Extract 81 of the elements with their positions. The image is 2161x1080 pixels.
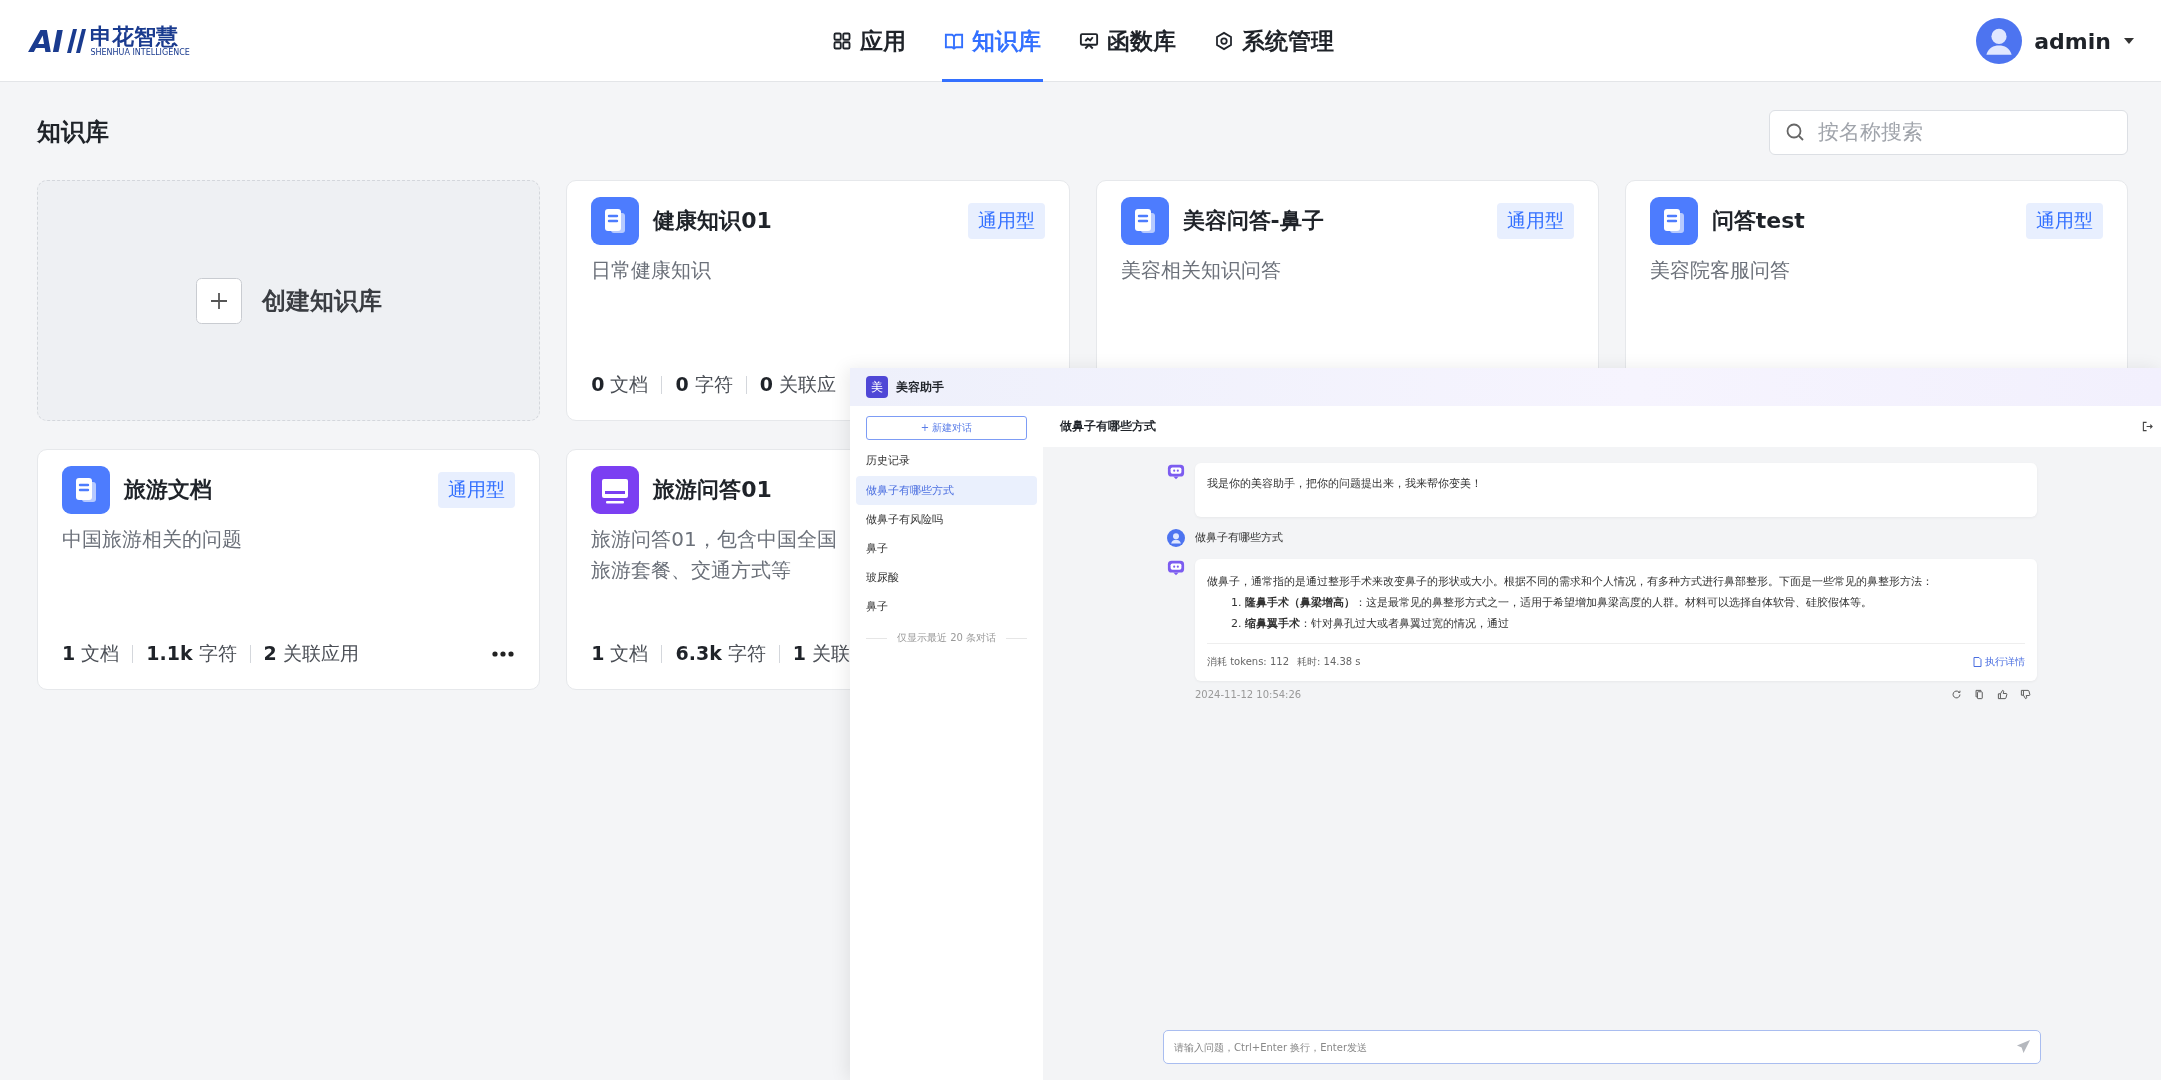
window-title: 美容助手 [896, 378, 944, 396]
robot-icon [1167, 559, 1185, 577]
card-description: 旅游套餐、交通方式等 [591, 557, 792, 584]
logo-name: 申花智慧 [90, 25, 179, 48]
user-avatar [1976, 18, 2023, 64]
presentation-icon [1078, 31, 1099, 51]
thumbs-down-icon[interactable] [2020, 689, 2031, 700]
nav-tab[interactable]: 函数库 [1076, 0, 1178, 82]
conversation-title: 做鼻子有哪些方式 [1060, 419, 1156, 434]
card-description: 中国旅游相关的问题 [62, 526, 242, 553]
search-icon [1785, 121, 1805, 142]
logo-subtitle: SHENHUA INTELLIGENCE [90, 47, 190, 57]
type-tag: 通用型 [438, 472, 516, 508]
monitor-icon [591, 466, 640, 514]
history-note: 仅显示最近 20 条对话 [896, 631, 997, 645]
plus-icon [195, 277, 242, 324]
nav-tab[interactable]: 应用 [829, 0, 908, 82]
user-message: 做鼻子有哪些方式 [1195, 530, 1283, 546]
card-title: 旅游文档 [124, 476, 212, 504]
logo-bars-icon [66, 27, 87, 55]
history-item[interactable]: 鼻子 [856, 534, 1037, 563]
card-stat: 0 关联应 [759, 372, 836, 397]
type-tag: 通用型 [1496, 203, 1574, 239]
assistant-avatar: 美 [866, 376, 888, 398]
user-name[interactable]: admin [2034, 28, 2111, 54]
document-icon [1973, 657, 1982, 667]
card-stat: 1 文档 [591, 641, 649, 666]
more-icon[interactable] [491, 650, 516, 658]
exit-icon[interactable] [2142, 421, 2153, 432]
history-item[interactable]: 鼻子 [856, 592, 1037, 621]
card-stat: 1 文档 [62, 641, 120, 666]
card-description: 美容院客服问答 [1649, 257, 1790, 284]
card-stat: 0 文档 [591, 372, 649, 397]
card-title: 健康知识01 [653, 207, 772, 235]
create-card[interactable]: 创建知识库 [37, 180, 541, 421]
card-stat: 0 字符 [675, 372, 733, 397]
list-item: 1. 隆鼻手术（鼻梁增高）：这是最常见的鼻整形方式之一，适用于希望增加鼻梁高度的人群。材料可以选择自体软骨、硅胶假体等。 [1231, 595, 1873, 611]
usage-text: 耗时: 14.38 s [1297, 655, 1361, 669]
logo-mark: AI [30, 23, 63, 59]
history-item[interactable]: 做鼻子有风险吗 [856, 505, 1037, 534]
knowledge-card[interactable]: 旅游文档 通用型 中国旅游相关的问题 1 文档 1.1k 字符 2 关联应用 [37, 449, 541, 690]
question-input[interactable]: 请输入问题，Ctrl+Enter 换行，Enter发送 [1163, 1030, 2041, 1064]
message-text: 做鼻子，通常指的是通过整形手术来改变鼻子的形状或大小。根据不同的需求和个人情况，有多种方式进行鼻部整形。下面是一些常见的鼻整形方法： [1207, 574, 1934, 590]
document-icon [1120, 197, 1169, 245]
message-text: 我是你的美容助手，把你的问题提出来，我来帮你变美！ [1207, 476, 1483, 492]
card-description: 日常健康知识 [591, 257, 712, 284]
card-stat: 6.3k 字符 [675, 641, 766, 666]
history-label: 历史记录 [866, 454, 911, 468]
new-chat-button[interactable]: + 新建对话 [866, 416, 1027, 440]
card-stat: 1.1k 字符 [146, 641, 237, 666]
page-title: 知识库 [37, 117, 109, 148]
message-time: 2024-11-12 10:54:26 [1195, 689, 1302, 700]
grid-icon [831, 31, 852, 51]
history-item[interactable]: 做鼻子有哪些方式 [856, 476, 1037, 505]
refresh-icon[interactable] [1951, 689, 1962, 700]
search-field[interactable]: 按名称搜索 [1769, 109, 2128, 155]
card-title: 旅游问答01 [653, 476, 772, 504]
type-tag: 通用型 [2026, 203, 2103, 239]
card-title: 美容问答-鼻子 [1182, 207, 1324, 235]
list-item: 2. 缩鼻翼手术：针对鼻孔过大或者鼻翼过宽的情况，通过 [1231, 616, 1510, 632]
nav-tab[interactable]: 知识库 [941, 0, 1043, 82]
user-avatar [1167, 529, 1185, 547]
card-stat: 1 关联 [792, 641, 850, 666]
document-icon [1649, 197, 1698, 245]
details-link[interactable]: 执行详情 [1973, 653, 2025, 671]
card-description: 美容相关知识问答 [1120, 257, 1281, 284]
nav-tab[interactable]: 系统管理 [1211, 0, 1336, 82]
thumbs-up-icon[interactable] [1997, 689, 2008, 700]
history-item[interactable]: 玻尿酸 [856, 563, 1037, 592]
caret-icon[interactable] [2123, 37, 2135, 45]
card-stat: 2 关联应用 [263, 641, 359, 666]
document-icon [591, 197, 640, 245]
card-description: 旅游问答01，包含中国全国 [591, 526, 837, 553]
type-tag: 通用型 [967, 203, 1045, 239]
robot-icon [1167, 463, 1185, 481]
book-icon [943, 31, 964, 51]
card-title: 问答test [1711, 207, 1805, 235]
usage-text: 消耗 tokens: 112 [1207, 655, 1289, 669]
copy-icon[interactable] [1974, 689, 1985, 700]
document-icon [62, 466, 110, 514]
settings-icon [1213, 31, 1234, 51]
